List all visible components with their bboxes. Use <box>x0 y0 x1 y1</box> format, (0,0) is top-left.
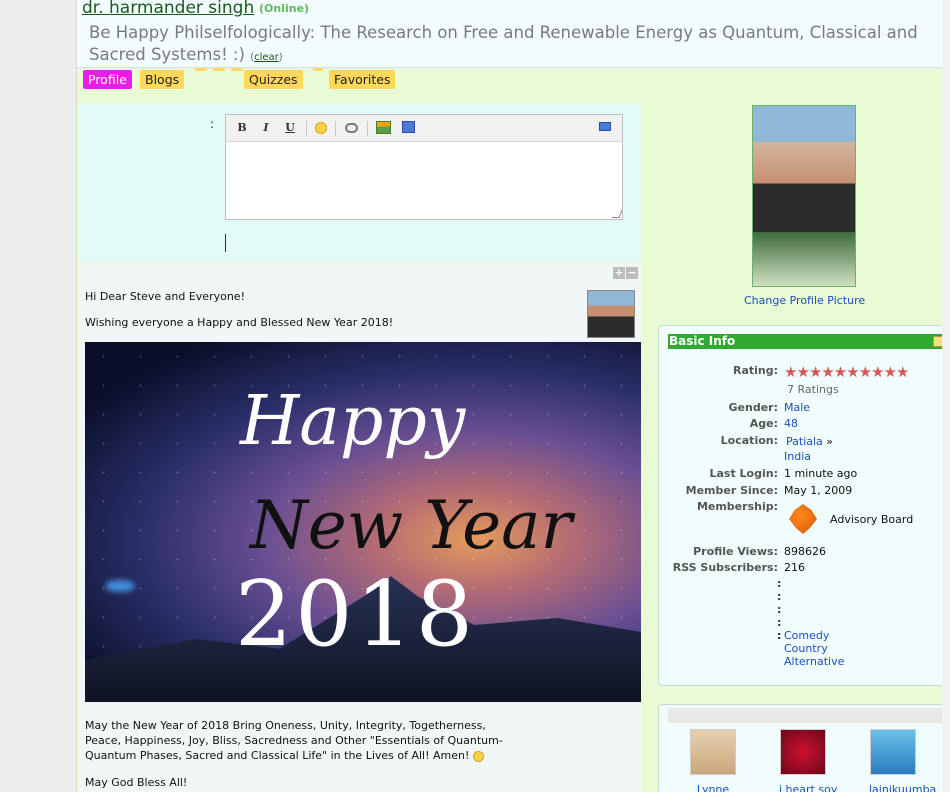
online-status: (Online) <box>259 2 310 15</box>
friends-box: Lynne i heart soy lainikuumba <box>658 704 948 792</box>
post-controls: + − <box>612 266 638 279</box>
friend-avatar[interactable] <box>870 729 916 775</box>
friend-avatar[interactable] <box>690 729 736 775</box>
smiley-icon[interactable] <box>315 122 327 134</box>
genre-alternative[interactable]: Alternative <box>784 655 844 668</box>
friends-header <box>668 708 946 723</box>
tab-quizzes[interactable]: Quizzes <box>244 70 303 89</box>
tab-decoration <box>313 68 323 71</box>
friend-item[interactable]: lainikuumba <box>869 729 936 792</box>
last-login-label: Last Login: <box>709 467 778 480</box>
author-avatar[interactable] <box>587 290 635 338</box>
genre-country[interactable]: Country <box>784 642 828 655</box>
status-text: Be Happy Philselfologically: The Researc… <box>89 23 918 64</box>
rss-subscribers-label: RSS Subscribers: <box>672 561 778 574</box>
tab-blogs[interactable]: Blogs <box>140 70 185 89</box>
toolbar-separator <box>335 121 336 136</box>
rating-label: Rating: <box>732 364 778 377</box>
tab-favorites[interactable]: Favorites <box>329 70 396 89</box>
page-scrollbar[interactable] <box>942 0 950 792</box>
profile-views-value: 898626 <box>784 545 826 558</box>
editor-toolbar: B I U <box>226 115 622 142</box>
clear-status-link[interactable]: clear <box>254 52 279 63</box>
comment-textarea[interactable] <box>226 143 623 219</box>
light-glow <box>105 580 135 592</box>
italic-button[interactable]: I <box>259 121 273 135</box>
location-label: Location: <box>720 434 778 447</box>
image-text-year: 2018 <box>235 562 477 667</box>
post-closing: May God Bless All! <box>85 776 188 789</box>
membership-leaf-icon <box>789 504 817 534</box>
comment-panel: : B I U <box>79 104 641 261</box>
membership-label: Membership: <box>696 500 778 513</box>
post-body: May the New Year of 2018 Bring Oneness, … <box>85 718 505 790</box>
gender-value[interactable]: Male <box>784 401 810 414</box>
clear-status: (clear) <box>250 52 283 63</box>
toolbar-separator <box>367 121 368 136</box>
underline-button[interactable]: U <box>283 121 297 135</box>
profile-picture[interactable] <box>752 105 856 287</box>
toolbar-separator <box>306 121 307 136</box>
post-wish: Wishing everyone a Happy and Blessed New… <box>85 316 394 329</box>
insert-image-icon[interactable] <box>376 121 391 134</box>
basic-info-title: Basic Info <box>669 334 736 348</box>
location-separator: » <box>826 435 834 448</box>
left-margin <box>0 0 77 792</box>
profile-header: dr. harmander singh (Online) Be Happy Ph… <box>77 0 950 68</box>
friend-item[interactable]: i heart soy <box>779 729 837 792</box>
basic-info-header: Basic Info <box>668 334 946 349</box>
tab-profile[interactable]: Profile <box>83 70 132 89</box>
friend-item[interactable]: Lynne <box>689 729 737 792</box>
post-body-text: May the New Year of 2018 Bring Oneness, … <box>85 719 503 762</box>
collapse-button[interactable]: − <box>626 267 638 279</box>
blog-post: + − Hi Dear Steve and Everyone! Wishing e… <box>79 262 641 792</box>
friend-name[interactable]: Lynne <box>689 783 737 792</box>
image-text-happy: Happy <box>240 382 466 461</box>
fullscreen-icon[interactable] <box>599 122 611 131</box>
comment-editor: B I U <box>225 114 623 220</box>
gender-label: Gender: <box>728 401 778 414</box>
user-name-link[interactable]: dr. harmander singh <box>82 0 254 18</box>
tab-decoration <box>195 68 207 71</box>
member-since-label: Member Since: <box>685 484 778 497</box>
comment-label: : <box>210 117 215 131</box>
location-city[interactable]: Patiala <box>786 435 823 448</box>
genre-colon: : <box>777 629 782 642</box>
profile-views-label: Profile Views: <box>693 545 778 558</box>
link-icon[interactable] <box>345 123 358 133</box>
resize-grip-icon[interactable] <box>611 210 623 218</box>
new-year-image: Happy New Year 2018 <box>85 342 641 702</box>
rating-stars[interactable]: ★★★★★★★★★★ <box>784 363 909 381</box>
post-greeting: Hi Dear Steve and Everyone! <box>85 290 245 303</box>
friend-avatar[interactable] <box>780 729 826 775</box>
last-login-value: 1 minute ago <box>784 467 858 480</box>
change-profile-picture-link[interactable]: Change Profile Picture <box>744 294 865 307</box>
basic-info-box: Basic Info Rating: ★★★★★★★★★★ 7 Ratings … <box>658 325 948 686</box>
age-value[interactable]: 48 <box>784 417 798 430</box>
tab-decoration <box>231 68 243 71</box>
location-country[interactable]: India <box>784 450 811 463</box>
ratings-count: 7 Ratings <box>787 383 839 396</box>
insert-media-icon[interactable] <box>402 121 415 133</box>
friend-name[interactable]: i heart soy <box>779 783 837 792</box>
expand-button[interactable]: + <box>613 267 625 279</box>
status-message: Be Happy Philselfologically: The Researc… <box>89 22 949 69</box>
rss-subscribers-value: 216 <box>784 561 805 574</box>
image-text-new-year: New Year <box>250 487 573 564</box>
age-label: Age: <box>749 417 778 430</box>
smiley-icon <box>472 750 484 762</box>
tab-decoration <box>213 68 225 71</box>
membership-value: Advisory Board <box>830 513 914 526</box>
location-city-row: Patiala » <box>786 435 833 448</box>
genre-comedy[interactable]: Comedy <box>784 629 829 642</box>
friend-name[interactable]: lainikuumba <box>869 783 936 792</box>
bold-button[interactable]: B <box>235 121 249 135</box>
text-cursor <box>225 234 226 252</box>
member-since-value: May 1, 2009 <box>784 484 853 497</box>
